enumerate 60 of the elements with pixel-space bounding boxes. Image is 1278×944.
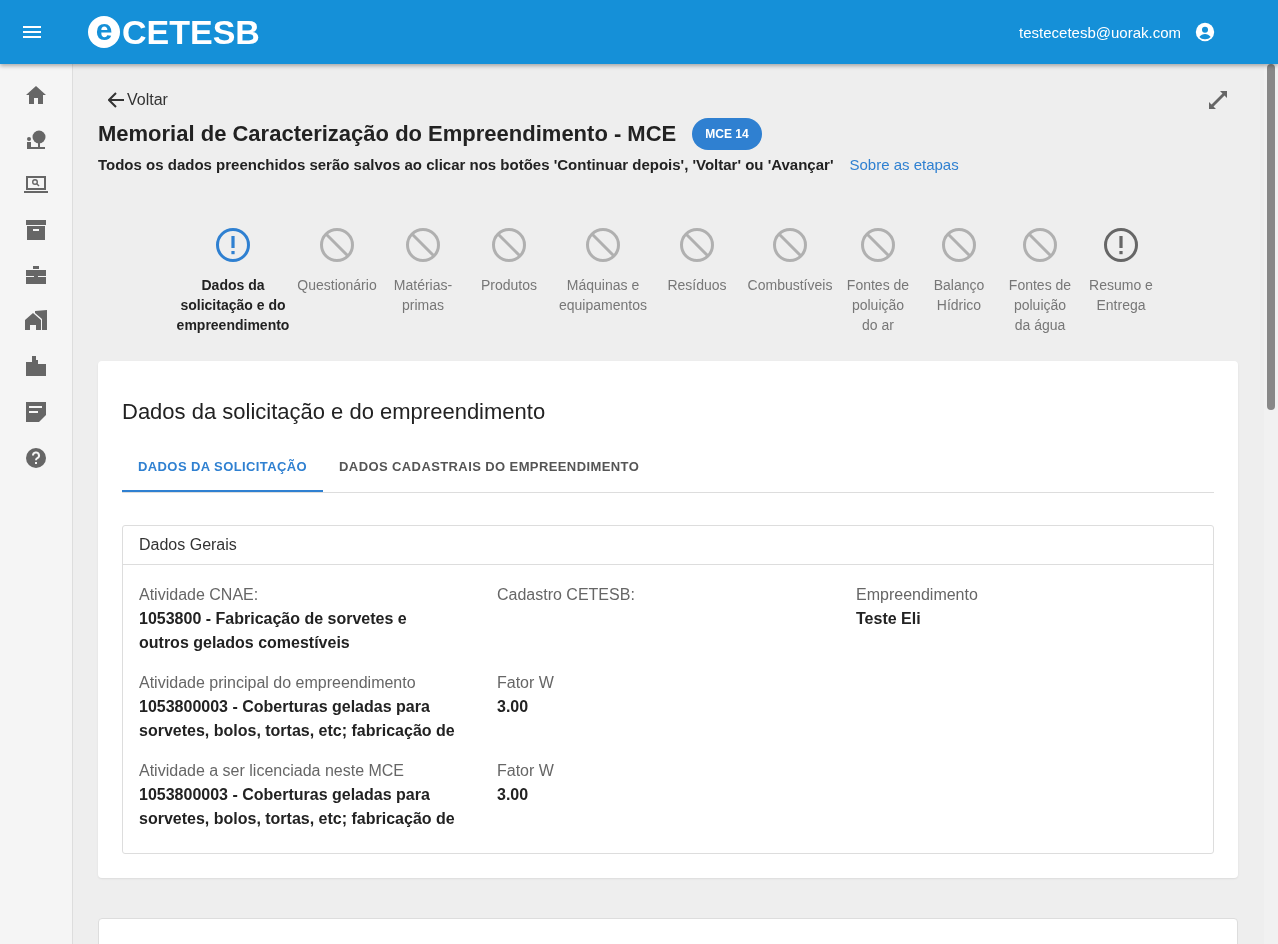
logo-mark: e [88, 16, 120, 48]
blocked-icon[interactable] [679, 227, 715, 263]
step-label[interactable]: Resumo e Entrega [1081, 275, 1161, 315]
step-label[interactable]: Combustíveis [747, 275, 833, 295]
field-label: Cadastro CETESB: [497, 585, 636, 605]
tree-icon[interactable] [25, 130, 47, 150]
field-label: Atividade a ser licenciada neste MCE [139, 761, 406, 781]
field-label: Empreendimento [856, 585, 979, 605]
field-value: Teste Eli [856, 609, 922, 629]
tab[interactable]: DADOS CADASTRAIS DO EMPREENDIMENTO [323, 443, 656, 492]
panel-title: Dados Gerais [139, 536, 237, 553]
steps-help-link[interactable]: Sobre as etapas [849, 156, 959, 173]
archive-icon[interactable] [26, 220, 46, 240]
warning-icon[interactable] [1103, 227, 1139, 263]
field-value: 3.00 [497, 697, 530, 717]
blocked-icon[interactable] [405, 227, 441, 263]
tab[interactable]: DADOS DA SOLICITAÇÃO [122, 443, 324, 492]
expand-icon[interactable] [1208, 90, 1228, 110]
step-label[interactable]: Matérias-primas [383, 275, 463, 315]
blocked-icon[interactable] [941, 227, 977, 263]
logo-text: CETESB [122, 12, 260, 52]
city-icon[interactable] [26, 356, 46, 376]
blocked-icon[interactable] [1022, 227, 1058, 263]
buildings-icon[interactable] [25, 310, 47, 330]
field-label: Fator W [497, 761, 555, 781]
back-link[interactable]: Voltar [108, 91, 168, 109]
blocked-icon[interactable] [491, 227, 527, 263]
blocked-icon[interactable] [319, 227, 355, 263]
field-value: 1053800 - Fabricação de sorvetes e outros gelados comestíveis [139, 609, 408, 653]
laptop-search-icon[interactable] [24, 176, 48, 194]
briefcase-icon[interactable] [26, 266, 46, 284]
user-email[interactable]: testecetesb@uorak.com [1019, 23, 1181, 41]
note-icon[interactable] [26, 402, 46, 422]
step-label[interactable]: Balanço Hídrico [919, 275, 999, 315]
section-title: Dados da solicitação e do empreendimento [122, 399, 547, 425]
account-icon[interactable] [1194, 21, 1216, 43]
field-label: Fator W [497, 673, 555, 693]
step-label[interactable]: Produtos [480, 275, 537, 295]
back-arrow-icon [108, 92, 124, 108]
home-icon[interactable] [26, 86, 46, 104]
step-label[interactable]: Resíduos [667, 275, 727, 295]
step-label[interactable]: Questionário [297, 275, 377, 295]
step-label[interactable]: Fontes de poluição do ar [843, 275, 913, 335]
field-label: Atividade principal do empreendimento [139, 673, 417, 693]
mce-badge: MCE 14 [692, 118, 762, 150]
warning-icon[interactable] [215, 227, 251, 263]
field-value: 1053800003 - Coberturas geladas para sorvetes, bolos, tortas, etc; fabricação de [139, 785, 456, 829]
field-label: Atividade CNAE: [139, 585, 260, 605]
field-value: 3.00 [497, 785, 530, 805]
page-title: Memorial de Caracterização do Empreendimento - MCE [98, 121, 677, 147]
blocked-icon[interactable] [585, 227, 621, 263]
help-icon[interactable] [26, 448, 46, 468]
step-label[interactable]: Máquinas e equipamentos [555, 275, 651, 315]
menu-icon[interactable] [23, 26, 41, 38]
blocked-icon[interactable] [772, 227, 808, 263]
blocked-icon[interactable] [860, 227, 896, 263]
save-notice: Todos os dados preenchidos serão salvos ao clicar nos botões 'Continuar depois', 'Voltar' ou 'Avançar' [98, 156, 834, 173]
step-label[interactable]: Dados da solicitação e do empreendimento [175, 275, 291, 335]
step-label[interactable]: Fontes de poluição da água [1005, 275, 1075, 335]
field-value: 1053800003 - Coberturas geladas para sorvetes, bolos, tortas, etc; fabricação de [139, 697, 456, 741]
